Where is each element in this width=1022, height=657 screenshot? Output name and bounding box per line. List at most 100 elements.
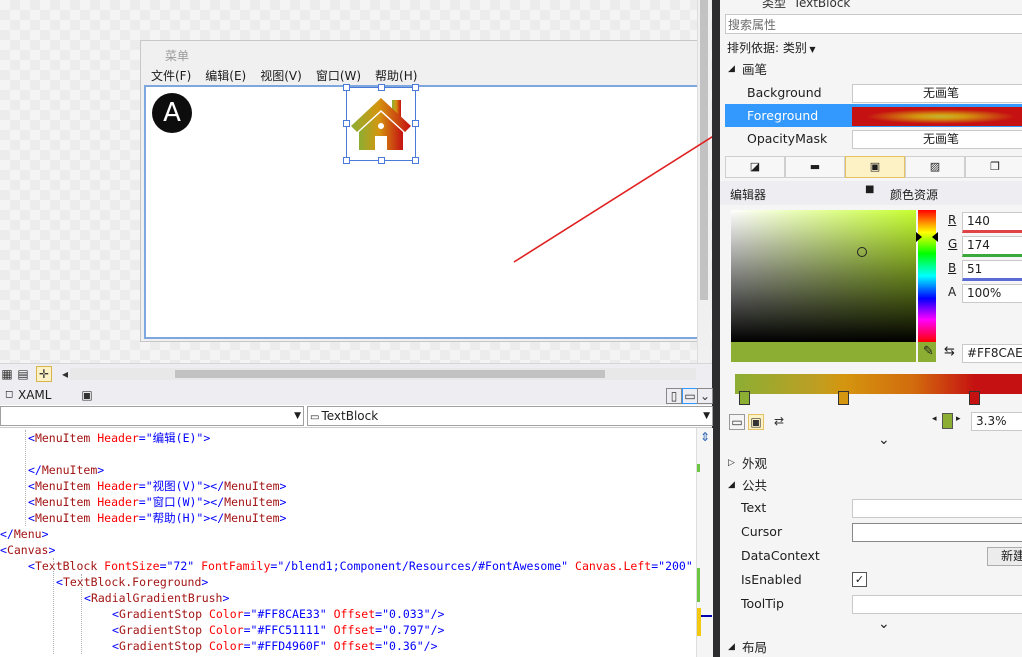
code-line[interactable]: <GradientStop Color="#FFD4960F" Offset="… xyxy=(112,638,438,654)
reverse-gradient-icon[interactable]: ⇄ xyxy=(772,414,786,428)
cursor-dropdown[interactable] xyxy=(852,523,1022,542)
code-token: = xyxy=(138,479,146,493)
gradient-stop-2[interactable] xyxy=(838,391,849,405)
grid-icon[interactable]: ▦ xyxy=(0,367,14,381)
previous-stop-icon[interactable]: ◂ xyxy=(932,414,937,424)
no-brush-icon[interactable]: ◪ xyxy=(725,156,785,178)
r-input[interactable]: 140 xyxy=(962,212,1022,233)
code-token: = xyxy=(243,639,251,653)
property-search-input[interactable]: 搜索属性 xyxy=(725,14,1022,34)
property-foreground[interactable]: Foreground xyxy=(725,104,1022,127)
image-brush-icon[interactable]: ▨ xyxy=(905,156,965,178)
property-opacitymask[interactable]: OpacityMask 无画笔 xyxy=(720,127,1022,150)
property-background[interactable]: Background 无画笔 xyxy=(720,81,1022,104)
section-appearance[interactable]: ▷ 外观 xyxy=(720,452,1022,475)
code-line[interactable]: </MenuItem> xyxy=(28,462,104,478)
collapse-pane-icon[interactable]: ⌄ xyxy=(697,388,713,404)
collapse-triangle-icon: ◢ xyxy=(728,480,735,490)
gradient-stop-3[interactable] xyxy=(969,391,980,405)
editor-vertical-scrollbar[interactable]: ⇕ xyxy=(696,428,713,657)
linear-gradient-icon[interactable]: ▭ xyxy=(729,414,745,430)
tab-xaml[interactable]: ◻ XAML xyxy=(0,384,61,406)
color-resources-tab[interactable]: 颜色资源 xyxy=(890,186,938,203)
code-token: ></ xyxy=(203,495,225,509)
xaml-editor[interactable]: <MenuItem Header="编辑(E)"> </MenuItem> <Men… xyxy=(0,428,696,657)
gradient-brush-icon[interactable]: ▣ xyxy=(845,156,905,178)
section-common[interactable]: ◢ 公共 xyxy=(720,474,1022,497)
snap-grid-icon[interactable]: ▤ xyxy=(16,367,30,381)
code-line[interactable]: </Menu> xyxy=(0,526,49,542)
scroll-thumb[interactable] xyxy=(175,370,605,378)
g-input[interactable]: 174 xyxy=(962,236,1022,257)
property-name: DataContext xyxy=(741,548,820,563)
indent-guide xyxy=(53,558,54,654)
sort-by-dropdown[interactable]: 排列依据: 类别 ▼ xyxy=(727,39,816,56)
snap-lines-icon[interactable]: ✛ xyxy=(36,366,52,382)
code-token: MenuItem xyxy=(224,511,280,525)
code-line[interactable]: <MenuItem Header="帮助(H)"></MenuItem> xyxy=(28,510,286,526)
hex-input[interactable]: #FF8CAE3 xyxy=(962,344,1022,363)
new-button[interactable]: 新建 xyxy=(987,547,1022,566)
property-datacontext[interactable]: DataContext 新建 xyxy=(720,544,1022,567)
element-dropdown[interactable]: ▭ TextBlock ▼ xyxy=(307,406,713,426)
b-input[interactable]: 51 xyxy=(962,260,1022,281)
code-token: "#FFC51111" xyxy=(250,623,327,637)
code-line[interactable]: <MenuItem Header="窗口(W)"></MenuItem> xyxy=(28,494,286,510)
text-input[interactable] xyxy=(852,499,1022,518)
split-editor-icon[interactable]: ⇕ xyxy=(700,430,710,444)
chevron-down-icon: ▼ xyxy=(703,411,710,421)
solid-brush-icon[interactable]: ▬ xyxy=(785,156,845,178)
section-brush[interactable]: ◢ 画笔 xyxy=(720,58,1022,81)
code-line[interactable]: <GradientStop Color="#FF8CAE33" Offset="… xyxy=(112,606,444,622)
hex-value: #FF8CAE3 xyxy=(967,346,1022,360)
code-line[interactable]: <TextBlock FontSize="72" FontFamily="/bl… xyxy=(28,558,693,574)
expand-chevron-icon[interactable]: ⌄ xyxy=(878,432,890,448)
property-tooltip[interactable]: ToolTip xyxy=(720,592,1022,615)
gradient-stop-1[interactable] xyxy=(739,391,750,405)
hue-slider[interactable] xyxy=(916,210,938,342)
panel-splitter[interactable] xyxy=(712,0,720,657)
expand-chevron-icon[interactable]: ⌄ xyxy=(878,616,890,632)
editor-tab[interactable]: 编辑器 xyxy=(730,186,766,203)
property-isenabled[interactable]: IsEnabled ✓ xyxy=(720,568,1022,591)
opacitymask-value[interactable]: 无画笔 xyxy=(852,130,1022,149)
code-token: Offset xyxy=(326,623,376,637)
editor-header: 编辑器 ■ 颜色资源 xyxy=(720,181,1022,205)
color-cursor[interactable] xyxy=(857,247,867,257)
split-vertical-icon[interactable]: ▯ xyxy=(666,388,682,404)
background-value[interactable]: 无画笔 xyxy=(852,84,1022,103)
next-stop-icon[interactable]: ▸ xyxy=(956,414,961,424)
tooltip-input[interactable] xyxy=(852,595,1022,614)
brush-resource-icon[interactable]: ❐ xyxy=(965,156,1022,178)
swap-icon[interactable]: ⇆ xyxy=(944,344,955,359)
section-layout[interactable]: ◢ 布局 xyxy=(720,636,1022,657)
property-cursor[interactable]: Cursor xyxy=(720,520,1022,543)
stop-offset-input[interactable]: 3.3% xyxy=(971,412,1022,431)
designer-horizontal-scrollbar[interactable] xyxy=(70,368,696,380)
code-line[interactable]: <RadialGradientBrush> xyxy=(84,590,229,606)
foreground-swatch[interactable] xyxy=(852,107,1022,126)
square-icon: ■ xyxy=(865,184,875,195)
g-value: 174 xyxy=(967,238,990,252)
design-view-icon[interactable]: ▣ xyxy=(80,388,94,402)
hue-thumb[interactable] xyxy=(932,232,938,242)
g-label: G xyxy=(948,237,958,251)
isenabled-checkbox[interactable]: ✓ xyxy=(852,572,867,587)
radial-gradient-icon[interactable]: ▣ xyxy=(748,414,764,430)
design-surface[interactable]: 菜单 文件(F) 编辑(E) 视图(V) 窗口(W) 帮助(H) A xyxy=(0,0,712,365)
property-text[interactable]: Text xyxy=(720,496,1022,519)
split-horizontal-icon[interactable]: ▭ xyxy=(682,388,698,404)
section-layout-label: 布局 xyxy=(742,640,768,655)
color-picker-area[interactable] xyxy=(731,210,916,342)
code-line[interactable]: <MenuItem Header="编辑(E)"> xyxy=(28,430,210,446)
eyedropper-icon[interactable]: ✎ xyxy=(923,344,934,359)
code-line[interactable]: <TextBlock.Foreground> xyxy=(56,574,208,590)
a-input[interactable]: 100% xyxy=(962,284,1022,303)
section-common-label: 公共 xyxy=(742,478,768,493)
hue-thumb[interactable] xyxy=(916,232,922,242)
code-token: TextBlock.Foreground xyxy=(62,575,202,589)
code-line[interactable]: <MenuItem Header="视图(V)"></MenuItem> xyxy=(28,478,286,494)
code-line[interactable]: <GradientStop Color="#FFC51111" Offset="… xyxy=(112,622,444,638)
code-line[interactable]: <Canvas> xyxy=(0,542,55,558)
element-scope-dropdown[interactable]: ▼ xyxy=(0,406,304,426)
